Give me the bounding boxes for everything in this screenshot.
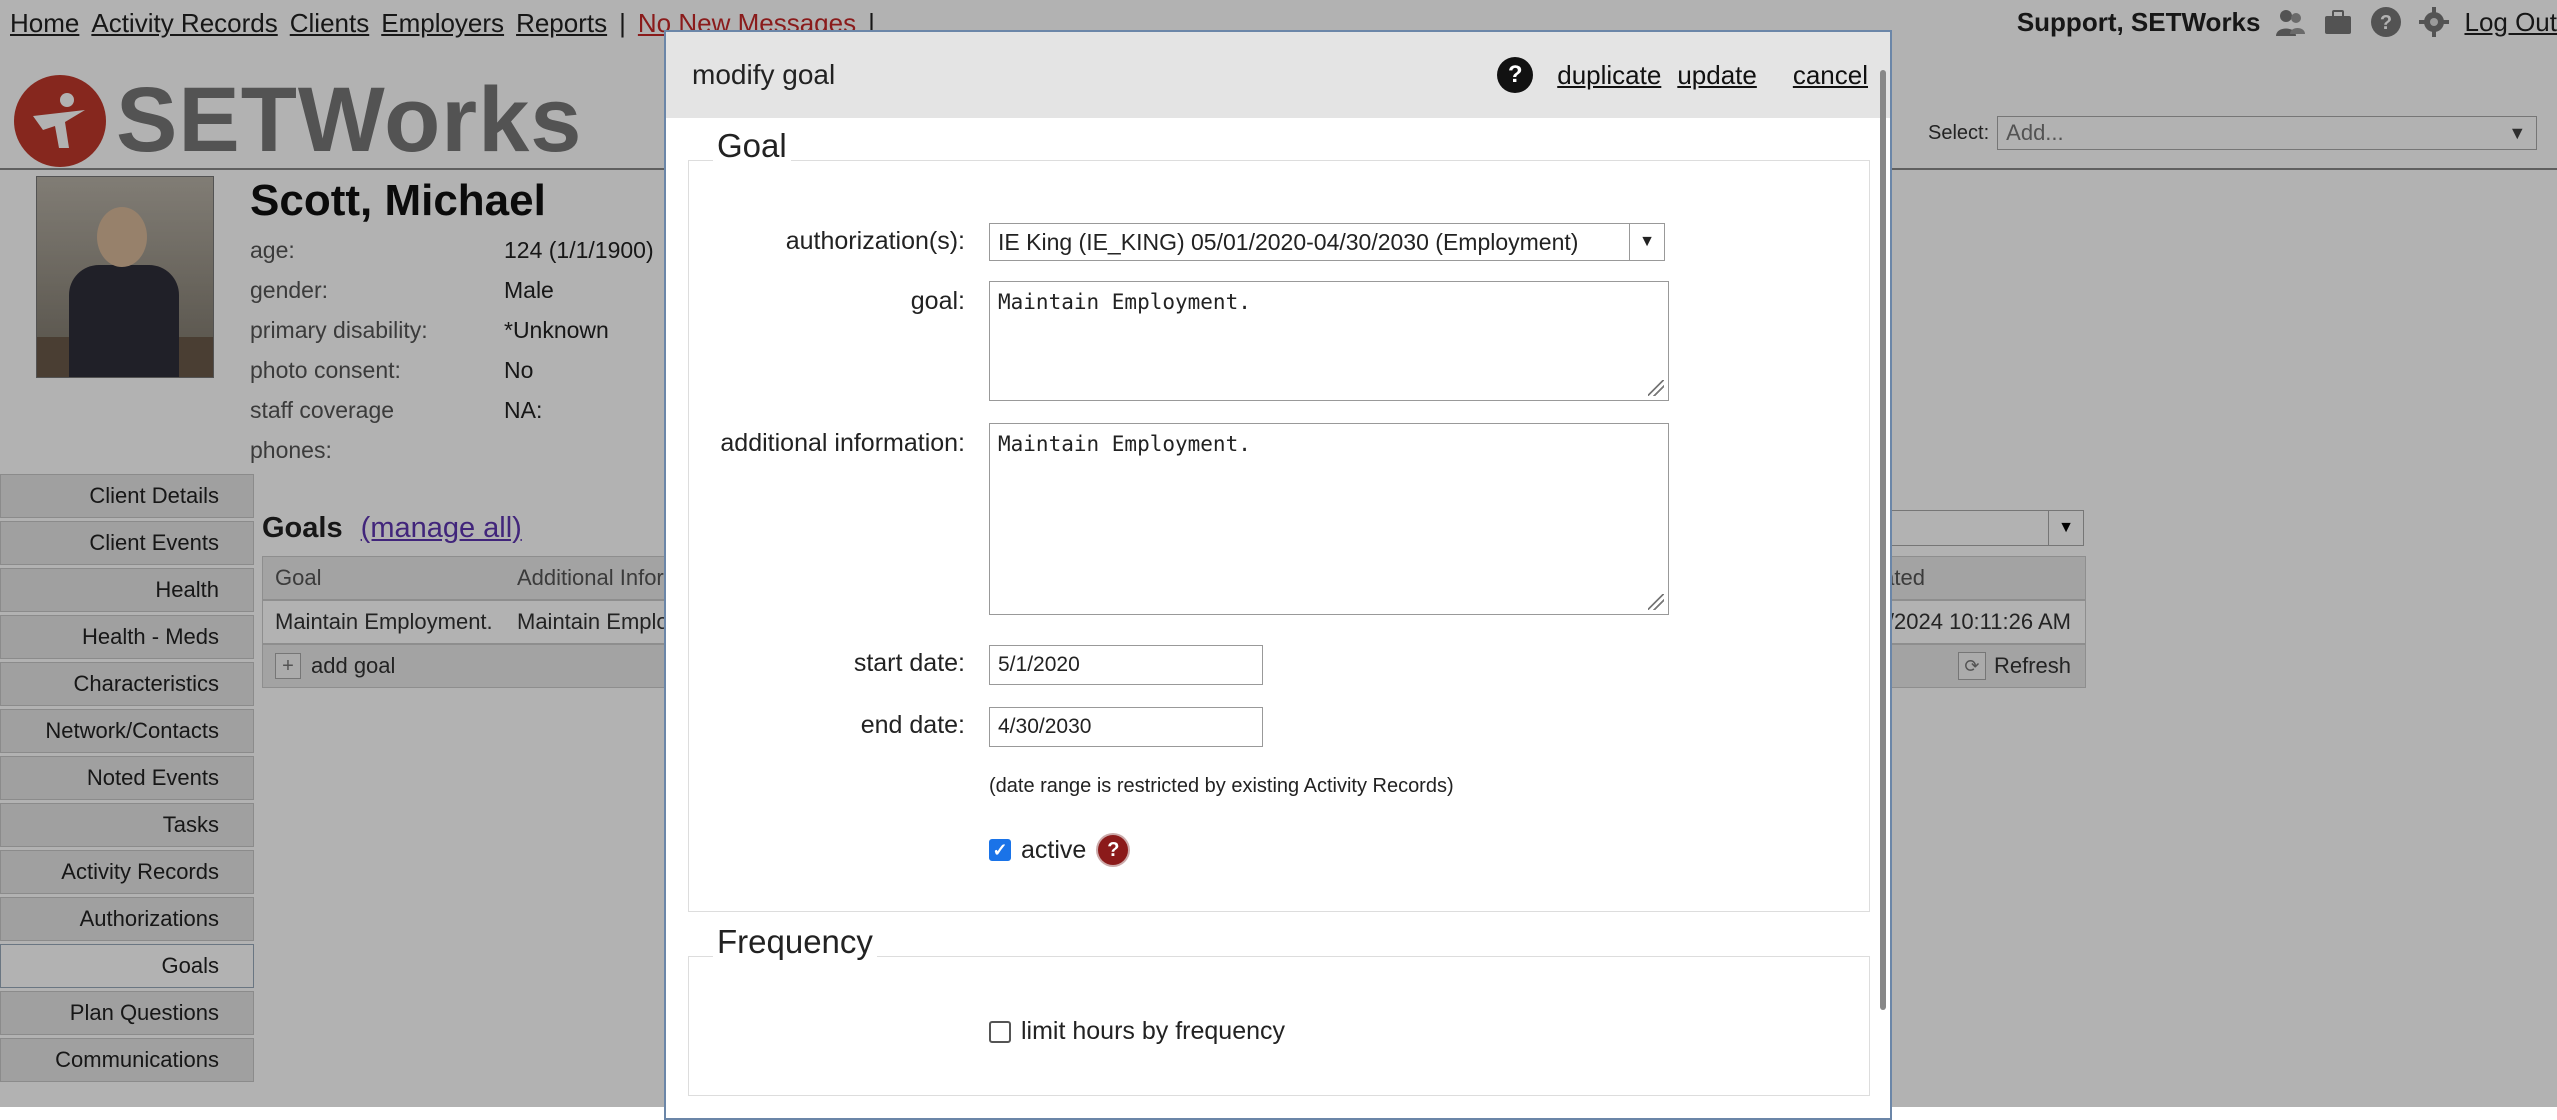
- authorization-label: authorization(s):: [785, 227, 965, 255]
- goal-section-legend: Goal: [713, 127, 791, 165]
- frequency-section-legend: Frequency: [713, 923, 877, 961]
- limit-hours-label[interactable]: limit hours by frequency: [1021, 1017, 1285, 1046]
- resize-handle-icon[interactable]: [1648, 594, 1664, 610]
- resize-handle-icon[interactable]: [1648, 380, 1664, 396]
- start-date-value: 5/1/2020: [998, 653, 1080, 676]
- goal-label: goal:: [910, 287, 965, 315]
- additional-info-label: additional information:: [720, 429, 965, 457]
- dialog-actions: ? duplicate update cancel: [1497, 32, 1868, 118]
- date-range-note: (date range is restricted by existing Ac…: [989, 775, 1454, 797]
- start-date-label: start date:: [853, 649, 965, 677]
- active-checkbox[interactable]: ✓: [989, 839, 1011, 861]
- active-checkbox-row: ✓ active ?: [989, 835, 1129, 865]
- modify-goal-dialog: modify goal ? duplicate update cancel Go…: [664, 30, 1892, 1120]
- end-date-input[interactable]: 4/30/2030: [989, 707, 1263, 747]
- dialog-titlebar: modify goal ? duplicate update cancel: [666, 32, 1890, 118]
- end-date-label: end date:: [860, 711, 965, 739]
- dialog-scrollbar[interactable]: [1880, 70, 1886, 1010]
- goal-text: Maintain Employment.: [998, 290, 1251, 314]
- active-label[interactable]: active: [1021, 836, 1086, 865]
- help-icon[interactable]: ?: [1497, 57, 1534, 93]
- dialog-title: modify goal: [692, 59, 836, 90]
- update-link[interactable]: update: [1677, 60, 1757, 91]
- end-date-value: 4/30/2030: [998, 715, 1092, 738]
- chevron-down-icon: ▼: [1629, 224, 1664, 260]
- frequency-section: Frequency limit hours by frequency: [688, 923, 1870, 1096]
- goal-section: Goal authorization(s): IE King (IE_KING)…: [688, 127, 1870, 912]
- authorization-select[interactable]: IE King (IE_KING) 05/01/2020-04/30/2030 …: [989, 223, 1665, 261]
- question-mark-icon[interactable]: ?: [1098, 835, 1129, 865]
- limit-hours-checkbox[interactable]: [989, 1020, 1011, 1043]
- page: Home Activity Records Clients Employers …: [0, 0, 2557, 1120]
- additional-info-textarea[interactable]: Maintain Employment.: [989, 423, 1669, 615]
- start-date-input[interactable]: 5/1/2020: [989, 645, 1263, 685]
- authorization-value: IE King (IE_KING) 05/01/2020-04/30/2030 …: [998, 228, 1579, 255]
- cancel-link[interactable]: cancel: [1793, 60, 1868, 91]
- additional-info-text: Maintain Employment.: [998, 432, 1251, 456]
- limit-hours-checkbox-row: limit hours by frequency: [989, 1017, 1285, 1046]
- goal-textarea[interactable]: Maintain Employment.: [989, 281, 1669, 401]
- duplicate-link[interactable]: duplicate: [1557, 60, 1661, 91]
